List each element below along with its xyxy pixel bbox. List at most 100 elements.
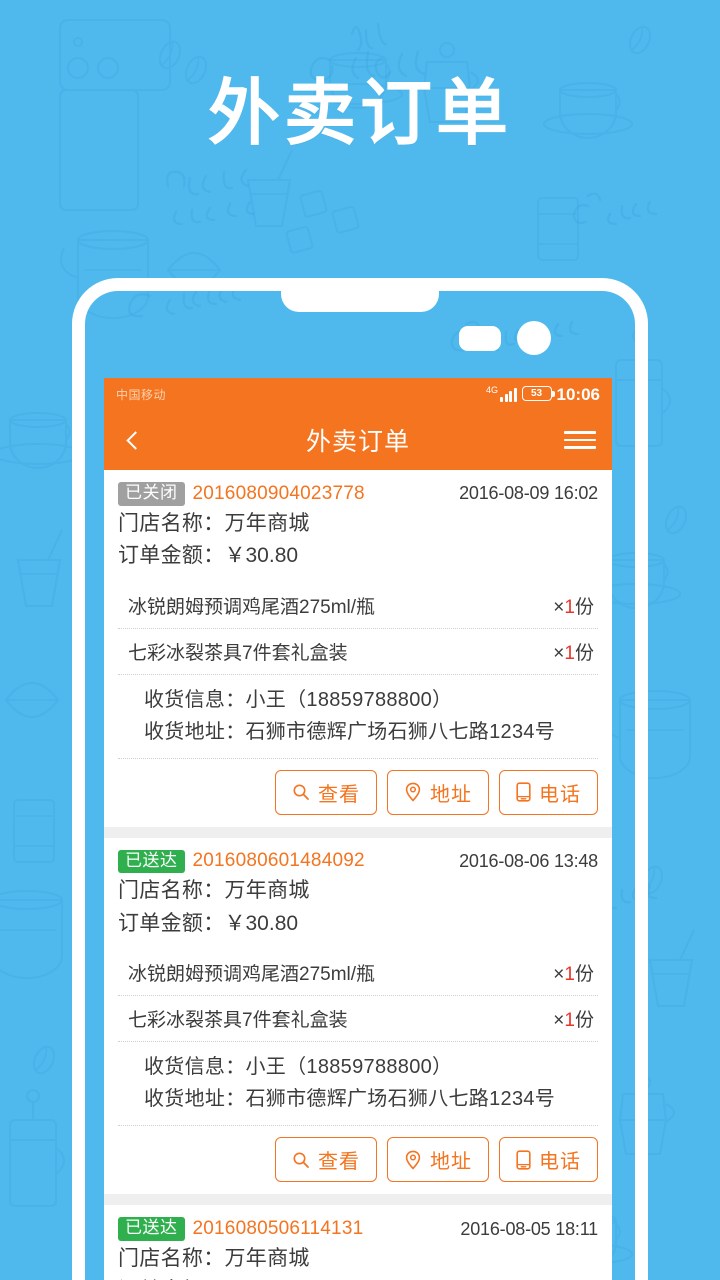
back-button[interactable] (120, 420, 150, 460)
battery-level-label: 53 (530, 388, 543, 399)
item-qty: ×1份 (553, 1005, 594, 1032)
item-qty: ×1份 (553, 638, 594, 665)
order-actions: 查看 地址 电话 (118, 1125, 598, 1194)
clock-label: 10:06 (556, 385, 600, 404)
search-icon (293, 784, 309, 801)
nav-title: 外卖订单 (305, 428, 410, 456)
address-button-label: 地址 (430, 1151, 472, 1174)
address-label: 收货地址： (144, 1088, 246, 1111)
order-number: 2016080904023778 (192, 482, 365, 504)
phone-camera-icon (517, 321, 551, 355)
store-label: 门店名称： (118, 879, 225, 903)
view-button[interactable]: 查看 (275, 769, 377, 815)
qty-number: 1 (564, 596, 575, 618)
address-button[interactable]: 地址 (387, 1137, 489, 1183)
amount-label: 订单金额： (118, 544, 225, 568)
order-header: 已送达 2016080601484092 2016-08-06 13:48 (104, 838, 612, 876)
hamburger-menu-icon[interactable] (564, 424, 596, 456)
view-button-label: 查看 (318, 783, 360, 806)
qty-suffix: 份 (574, 1010, 594, 1032)
amount-label: 订单金额： (118, 911, 225, 935)
carrier-label: 中国移动 (116, 387, 167, 402)
page-title: 外卖订单 (207, 74, 512, 154)
order-meta: 门店名称：万年商城 订单金额：￥30.80 (104, 1243, 612, 1280)
nav-bar: 外卖订单 (104, 410, 612, 470)
order-item: 冰锐朗姆预调鸡尾酒275ml/瓶 ×1份 (118, 950, 598, 995)
amount-row: 订单金额：￥30.80 (118, 908, 598, 941)
store-value: 万年商城 (224, 1246, 310, 1270)
store-label: 门店名称： (118, 511, 225, 535)
battery-icon: 53 (521, 386, 555, 401)
receiver-value: 小王（18859788800） (245, 688, 453, 711)
qty-prefix: × (553, 642, 565, 664)
store-row: 门店名称：万年商城 (118, 1243, 598, 1276)
amount-value: ￥30.80 (224, 544, 299, 568)
order-number: 2016080506114131 (192, 1218, 364, 1240)
store-row: 门店名称：万年商城 (118, 508, 598, 541)
phone-sensor-icon (459, 326, 501, 351)
order-items: 冰锐朗姆预调鸡尾酒275ml/瓶 ×1份 七彩冰裂茶具7件套礼盒装 ×1份 (104, 950, 612, 1041)
address-button[interactable]: 地址 (387, 769, 489, 815)
address-label: 收货地址： (144, 720, 246, 743)
order-time: 2016-08-09 16:02 (459, 483, 598, 504)
order-number: 2016080601484092 (192, 850, 365, 872)
phone-button[interactable]: 电话 (499, 1137, 598, 1183)
phone-icon (516, 782, 531, 802)
shipping-info: 收货信息：小王（18859788800） 收货地址：石狮市德辉广场石狮八七路12… (118, 673, 598, 758)
phone-icon (516, 1150, 531, 1170)
address-button-label: 地址 (430, 783, 472, 806)
view-button-label: 查看 (318, 1151, 360, 1174)
receiver-value: 小王（18859788800） (245, 1056, 453, 1079)
status-bar: 中国移动 4G 53 10:06 (104, 378, 612, 410)
receiver-row: 收货信息：小王（18859788800） (144, 1051, 584, 1083)
item-name: 七彩冰裂茶具7件套礼盒装 (128, 642, 348, 664)
item-qty: ×1份 (553, 592, 594, 619)
order-card[interactable]: 已关闭 2016080904023778 2016-08-09 16:02 门店… (104, 470, 612, 827)
store-value: 万年商城 (224, 879, 310, 903)
order-item: 七彩冰裂茶具7件套礼盒装 ×1份 (118, 995, 598, 1041)
address-value: 石狮市德辉广场石狮八七路1234号 (245, 720, 556, 743)
phone-button-label: 电话 (539, 1151, 581, 1174)
signal-bars-icon (500, 387, 517, 402)
store-label: 门店名称： (118, 1246, 225, 1270)
qty-suffix: 份 (574, 642, 594, 664)
phone-speaker-icon (281, 278, 439, 312)
address-value: 石狮市德辉广场石狮八七路1234号 (245, 1088, 556, 1111)
receiver-label: 收货信息： (144, 1056, 246, 1079)
qty-number: 1 (564, 964, 575, 986)
phone-button[interactable]: 电话 (499, 769, 598, 815)
amount-value: ￥30.80 (224, 911, 299, 935)
order-card[interactable]: 已送达 2016080506114131 2016-08-05 18:11 门店… (104, 1205, 612, 1280)
status-badge: 已关闭 (118, 482, 185, 506)
view-button[interactable]: 查看 (275, 1137, 377, 1183)
order-card[interactable]: 已送达 2016080601484092 2016-08-06 13:48 门店… (104, 837, 612, 1195)
location-pin-icon (405, 1150, 421, 1170)
order-time: 2016-08-05 18:11 (460, 1218, 598, 1239)
location-pin-icon (405, 782, 421, 802)
order-list[interactable]: 已关闭 2016080904023778 2016-08-09 16:02 门店… (104, 470, 612, 1280)
qty-suffix: 份 (574, 596, 594, 618)
order-item: 冰锐朗姆预调鸡尾酒275ml/瓶 ×1份 (118, 583, 598, 628)
search-icon (293, 1152, 309, 1168)
order-header: 已关闭 2016080904023778 2016-08-09 16:02 (104, 470, 612, 508)
qty-suffix: 份 (574, 964, 594, 986)
order-header: 已送达 2016080506114131 2016-08-05 18:11 (104, 1205, 612, 1243)
amount-row: 订单金额：￥30.80 (118, 1275, 598, 1280)
network-type-label: 4G (486, 385, 499, 395)
status-badge: 已送达 (118, 849, 185, 874)
phone-screen: 中国移动 4G 53 10:06 外卖订单 已关闭 20160809040237… (104, 378, 612, 1280)
shipping-info: 收货信息：小王（18859788800） 收货地址：石狮市德辉广场石狮八七路12… (118, 1041, 598, 1125)
address-row: 收货地址：石狮市德辉广场石狮八七路1234号 (144, 1083, 584, 1115)
receiver-label: 收货信息： (144, 688, 246, 711)
order-item: 七彩冰裂茶具7件套礼盒装 ×1份 (118, 627, 598, 674)
order-meta: 门店名称：万年商城 订单金额：￥30.80 (104, 875, 612, 940)
phone-button-label: 电话 (539, 783, 581, 806)
item-name: 冰锐朗姆预调鸡尾酒275ml/瓶 (128, 596, 376, 618)
qty-number: 1 (564, 642, 575, 664)
order-meta: 门店名称：万年商城 订单金额：￥30.80 (104, 508, 612, 573)
receiver-row: 收货信息：小王（18859788800） (144, 684, 584, 716)
qty-number: 1 (564, 1010, 575, 1032)
item-name: 冰锐朗姆预调鸡尾酒275ml/瓶 (128, 964, 376, 986)
order-items: 冰锐朗姆预调鸡尾酒275ml/瓶 ×1份 七彩冰裂茶具7件套礼盒装 ×1份 (104, 583, 612, 674)
item-qty: ×1份 (553, 959, 594, 986)
